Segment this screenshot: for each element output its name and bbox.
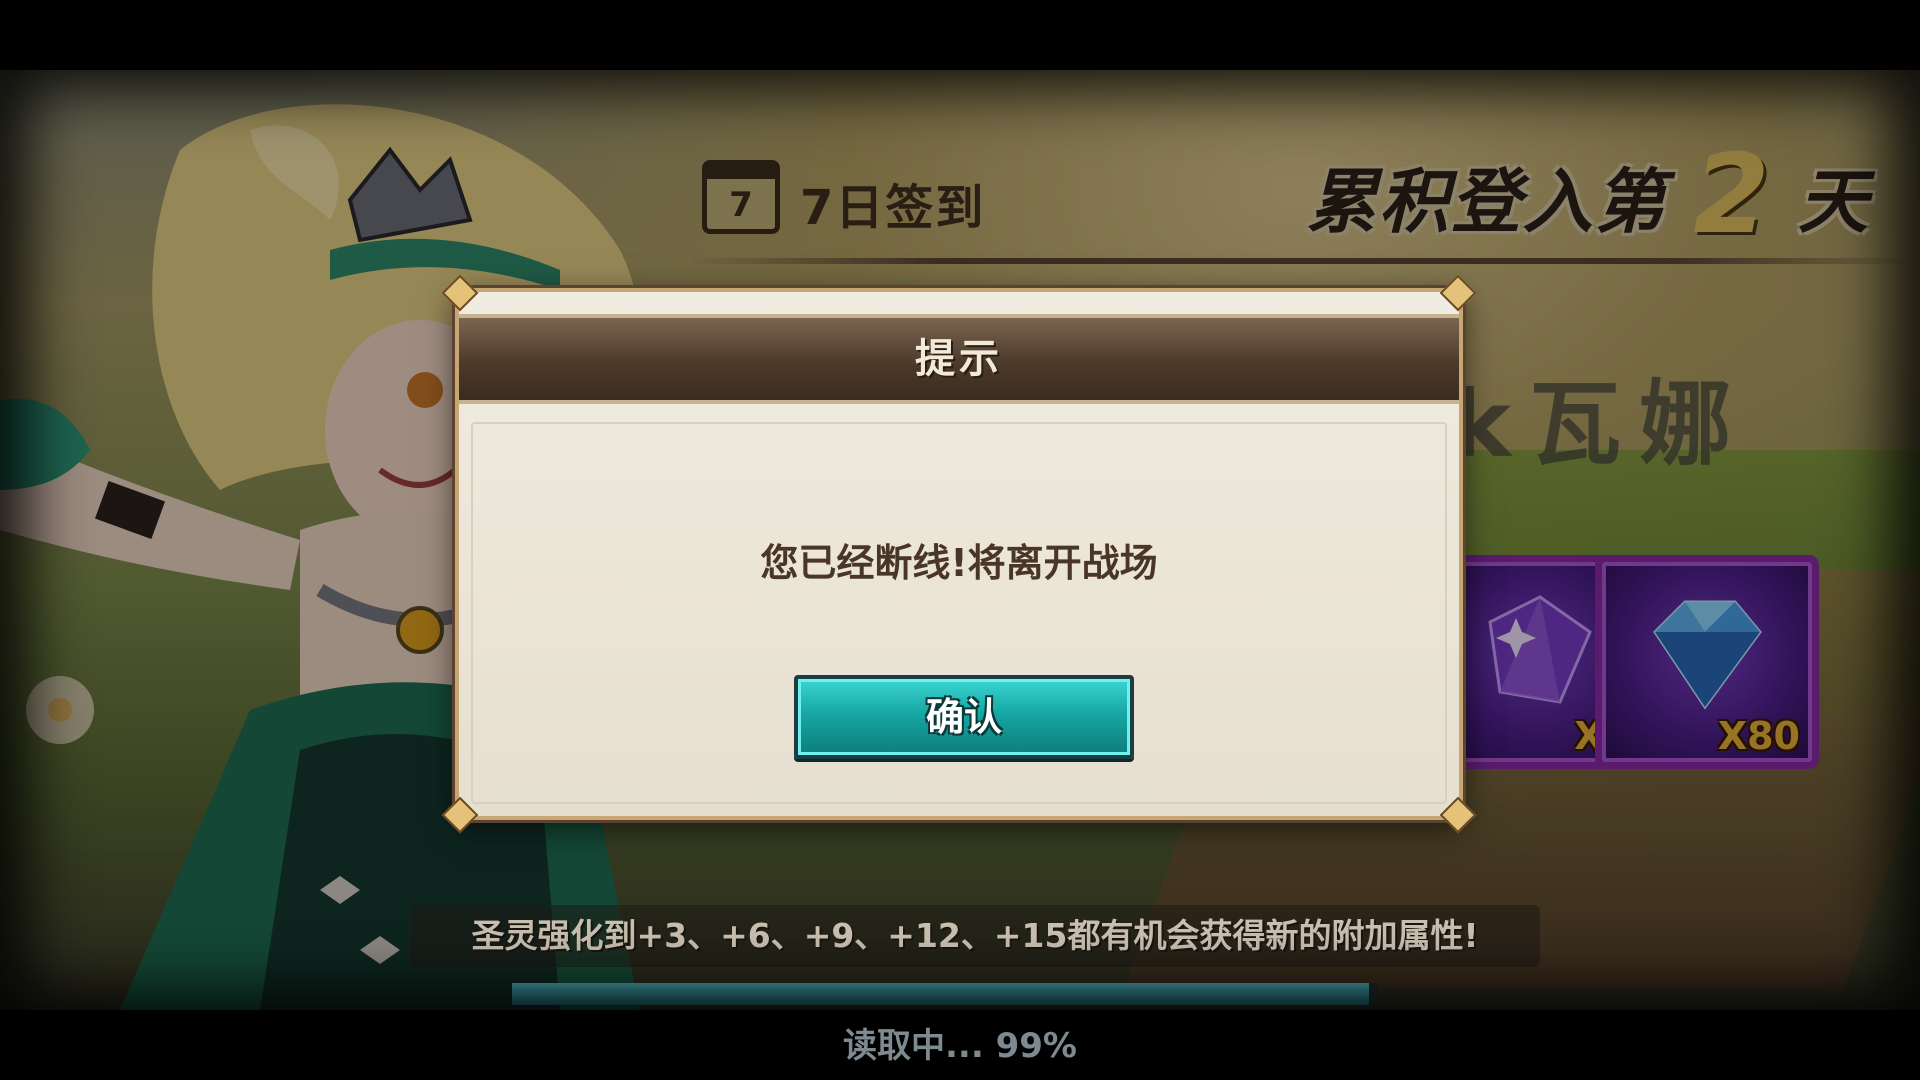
confirm-button-label: 确认	[925, 695, 1002, 739]
alert-dialog: 提示 您已经断线!将离开战场 确认	[441, 274, 1477, 834]
loading-text: 读取中... 99%	[843, 1026, 1077, 1066]
dialog-message: 您已经断线!将离开战场	[760, 541, 1158, 585]
tip-text: 圣灵强化到+3、+6、+9、+12、+15都有机会获得新的附加属性!	[471, 916, 1479, 955]
dialog-title: 提示	[915, 336, 1003, 382]
tip-bar: 圣灵强化到+3、+6、+9、+12、+15都有机会获得新的附加属性!	[410, 905, 1540, 967]
loading-progress-bar	[512, 983, 1378, 1005]
loading-progress-fill	[512, 983, 1370, 1005]
confirm-button[interactable]: 确认	[794, 675, 1134, 759]
dialog-header: 提示	[459, 314, 1459, 404]
